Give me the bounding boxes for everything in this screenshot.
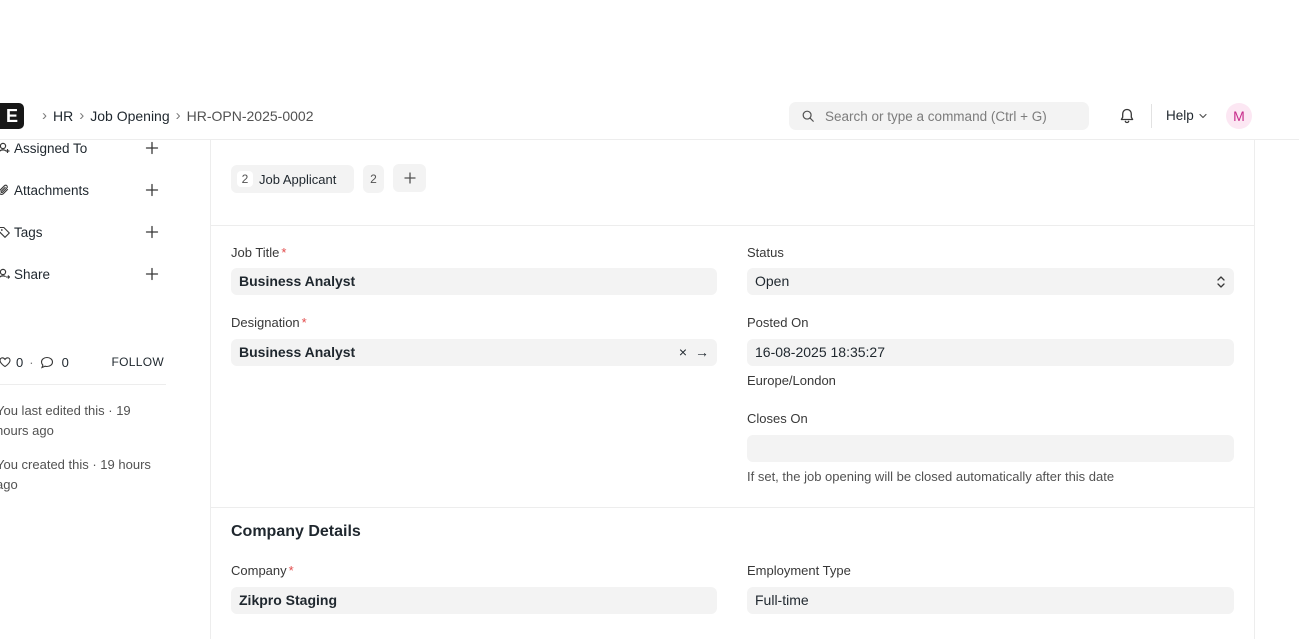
clear-icon[interactable]: ×: [679, 339, 687, 366]
chevron-right-icon: ›: [42, 107, 47, 124]
designation-value: Business Analyst: [239, 344, 356, 360]
comment-icon[interactable]: [40, 356, 54, 369]
form-sidebar: Assigned To Attachments Tags Share 0 · 0…: [0, 140, 180, 639]
sidebar-item-attachments[interactable]: Attachments: [0, 180, 165, 200]
posted-on-label: Posted On: [747, 315, 809, 330]
closes-on-help: If set, the job opening will be closed a…: [747, 469, 1115, 484]
job-title-label: Job Title *: [231, 245, 286, 260]
designation-actions: × →: [679, 339, 709, 366]
notification-bell-icon[interactable]: [1118, 107, 1136, 125]
company-label-text: Company: [231, 563, 287, 578]
sidebar-item-share[interactable]: Share: [0, 264, 165, 284]
connection-label: Job Applicant: [259, 171, 337, 187]
navbar-divider: [1151, 104, 1152, 128]
tag-icon: [0, 226, 10, 238]
last-edited-note: You last edited this · 19 hours ago: [0, 403, 131, 438]
form-card: 2 Job Applicant 2 Job Title * Business An…: [210, 140, 1255, 639]
posted-on-field[interactable]: 16-08-2025 18:35:27: [747, 339, 1234, 366]
company-label: Company *: [231, 563, 294, 578]
designation-label: Designation *: [231, 315, 307, 330]
chevron-updown-icon: [1216, 268, 1226, 295]
sidebar-item-label: Assigned To: [14, 140, 88, 156]
section-divider: [211, 507, 1254, 508]
breadcrumb-job-opening[interactable]: Job Opening: [90, 107, 169, 125]
breadcrumb-hr[interactable]: HR: [53, 107, 73, 125]
sidebar-item-assigned-to[interactable]: Assigned To: [0, 138, 165, 158]
posted-on-timezone: Europe/London: [747, 373, 836, 388]
company-details-heading: Company Details: [231, 523, 361, 540]
top-navbar: E › HR › Job Opening › HR-OPN-2025-0002 …: [0, 92, 1299, 140]
user-avatar[interactable]: M: [1226, 103, 1252, 129]
created-note: You created this · 19 hours ago: [0, 457, 151, 492]
help-label: Help: [1166, 108, 1194, 123]
required-marker: *: [301, 315, 307, 330]
add-connection-button[interactable]: [393, 164, 426, 192]
status-select[interactable]: Open: [747, 268, 1234, 295]
required-marker: *: [288, 563, 294, 578]
heart-icon[interactable]: [0, 356, 11, 368]
like-count: 0: [16, 354, 24, 370]
sidebar-item-tags[interactable]: Tags: [0, 222, 165, 242]
employment-type-field[interactable]: Full-time: [747, 587, 1234, 614]
search-input[interactable]: Search or type a command (Ctrl + G): [789, 102, 1089, 130]
help-dropdown[interactable]: Help: [1166, 108, 1208, 123]
follow-button[interactable]: FOLLOW: [112, 355, 164, 369]
designation-field[interactable]: Business Analyst × →: [231, 339, 717, 366]
connection-job-applicant[interactable]: 2 Job Applicant: [231, 165, 354, 193]
section-divider: [211, 225, 1254, 226]
job-title-label-text: Job Title: [231, 245, 280, 260]
closes-on-label: Closes On: [747, 411, 808, 426]
company-field[interactable]: Zikpro Staging: [231, 587, 717, 614]
sidebar-item-label: Attachments: [14, 182, 90, 198]
add-icon[interactable]: [145, 183, 159, 197]
paperclip-icon: [0, 184, 9, 195]
chevron-right-icon: ›: [79, 107, 85, 124]
status-value: Open: [755, 273, 790, 289]
chevron-down-icon: [1199, 113, 1207, 118]
designation-label-text: Designation: [231, 315, 300, 330]
meta-separator: ·: [29, 354, 34, 370]
chevron-right-icon: ›: [175, 107, 181, 124]
sidebar-divider: [0, 384, 166, 385]
open-link-icon[interactable]: →: [695, 339, 709, 366]
breadcrumb-current: HR-OPN-2025-0002: [186, 108, 314, 124]
comment-count: 0: [61, 354, 69, 370]
sidebar-activity-meta: 0 · 0 FOLLOW: [0, 352, 165, 372]
closes-on-field[interactable]: [747, 435, 1234, 462]
app-logo[interactable]: E: [0, 103, 24, 129]
employment-type-label: Employment Type: [747, 563, 851, 578]
search-placeholder: Search or type a command (Ctrl + G): [825, 108, 1047, 124]
breadcrumb: › HR › Job Opening › HR-OPN-2025-0002: [36, 107, 313, 125]
connection-count: 2: [237, 171, 253, 187]
add-icon[interactable]: [145, 141, 159, 155]
share-user-icon: [0, 268, 10, 279]
status-label: Status: [747, 245, 784, 260]
add-icon[interactable]: [145, 267, 159, 281]
sidebar-item-label: Share: [14, 266, 51, 282]
search-icon: [802, 110, 814, 122]
sidebar-item-label: Tags: [14, 224, 43, 240]
user-plus-icon: [0, 142, 10, 153]
required-marker: *: [281, 245, 287, 260]
connection-count-badge[interactable]: 2: [363, 165, 384, 193]
add-icon[interactable]: [145, 225, 159, 239]
add-icon: [403, 172, 416, 184]
job-title-field[interactable]: Business Analyst: [231, 268, 717, 295]
